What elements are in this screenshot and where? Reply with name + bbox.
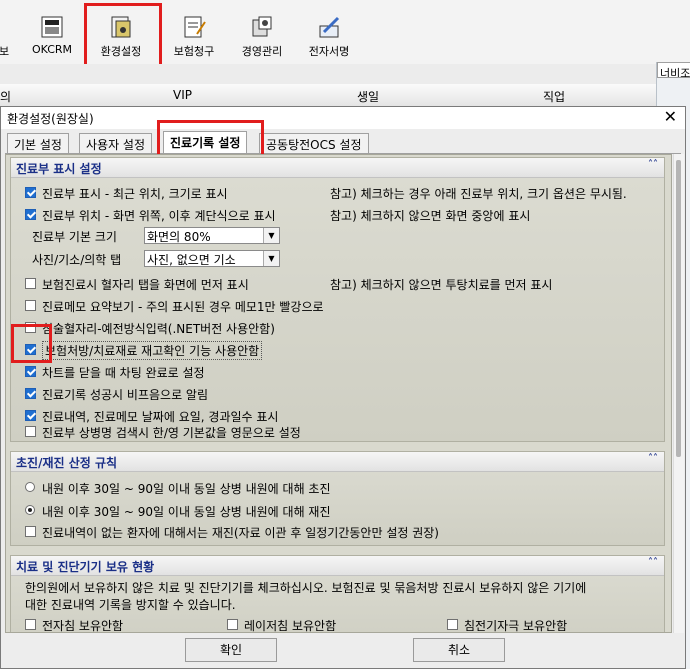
- section-header[interactable]: 초진/재진 산정 규칙 ˄˄: [11, 452, 664, 472]
- highlight-env-settings: [84, 3, 162, 69]
- claim-doc-icon: [181, 14, 207, 40]
- checkbox[interactable]: [25, 366, 36, 377]
- management-button[interactable]: 경영관리: [234, 10, 290, 60]
- section-visit-rules: 초진/재진 산정 규칙 ˄˄ 내원 이후 30일 ~ 90일 이내 동일 상병 …: [10, 451, 665, 546]
- equipment-description-1: 한의원에서 보유하지 않은 치료 및 진단기기를 체크하십시오. 보험진료 및 …: [25, 581, 587, 595]
- okcrm-button[interactable]: OKCRM: [28, 10, 76, 60]
- dialog-title: 환경설정(원장실): [7, 112, 94, 126]
- chart-size-select[interactable]: 화면의 80% ▼: [144, 227, 280, 244]
- visit-option-revisit[interactable]: 내원 이후 30일 ~ 90일 이내 동일 상병 내원에 대해 재진: [25, 503, 655, 521]
- right-panel-tab[interactable]: 너비조: [657, 62, 690, 78]
- chart-option-row[interactable]: 침술혈자리-예전방식입력(.NET버전 사용안함): [25, 320, 655, 338]
- checkbox[interactable]: [25, 388, 36, 399]
- esign-button[interactable]: 전자서명: [302, 10, 356, 60]
- equipment-option[interactable]: 전자침 보유안함: [25, 617, 225, 632]
- checkbox[interactable]: [25, 187, 36, 198]
- settings-dialog: 환경설정(원장실) ✕ 기본 설정 사용자 설정 진료기록 설정 공동탕전OCS…: [0, 106, 686, 669]
- visit-extra-option[interactable]: 진료내역이 없는 환자에 대해서는 재진(자료 이관 후 일정기간동안만 설정 …: [25, 524, 655, 542]
- okcrm-icon: [39, 14, 65, 40]
- chart-option-row[interactable]: 진료메모 요약보기 - 주의 표시된 경우 메모1만 빨강으로: [25, 298, 655, 316]
- photo-tab-select[interactable]: 사진, 없으면 기소 ▼: [144, 250, 280, 267]
- highlight-inventory-checkbox: [11, 324, 52, 363]
- ok-button[interactable]: 확인: [185, 638, 277, 662]
- main-toolbar: 보 OKCRM 환경설정 보험청구 경영관리 전자서명: [0, 0, 690, 69]
- checkbox[interactable]: [25, 300, 36, 311]
- chart-option-row[interactable]: 진료부 상병명 검색시 한/영 기본값을 영문으로 설정: [25, 424, 655, 442]
- tab-content: 진료부 표시 설정 ˄˄ 진료부 표시 - 최근 위치, 크기로 표시 참고) …: [5, 154, 672, 633]
- dropdown-arrow-icon[interactable]: ▼: [263, 251, 279, 266]
- section-title: 치료 및 진단기기 보유 현황: [16, 560, 155, 574]
- header-job: 직업: [543, 90, 566, 104]
- background-tablebar: [0, 64, 656, 85]
- chart-option-row[interactable]: 진료기록 성공시 비프음으로 알림: [25, 386, 655, 404]
- checkbox[interactable]: [25, 619, 36, 630]
- inventory-check-row[interactable]: 보험처방/치료재료 재고확인 기능 사용안함: [25, 341, 655, 360]
- radio[interactable]: [25, 482, 35, 492]
- checkbox[interactable]: [25, 209, 36, 220]
- chart-size-label: 진료부 기본 크기: [32, 230, 117, 244]
- section-header[interactable]: 치료 및 진단기기 보유 현황 ˄˄: [11, 556, 664, 576]
- pen-sign-icon: [316, 14, 342, 40]
- chart-option-row[interactable]: 보험진료시 혈자리 탭을 화면에 먼저 표시 참고) 체크하지 않으면 투탕치료…: [25, 276, 655, 294]
- photo-tab-label: 사진/기소/의학 탭: [32, 253, 122, 267]
- equipment-option[interactable]: 레이저침 보유안함: [227, 617, 427, 632]
- equipment-description-2: 대한 진료내역 기록을 방지할 수 있습니다.: [25, 598, 236, 612]
- toolbar-partial-button[interactable]: 보: [0, 10, 12, 60]
- checkbox[interactable]: [25, 526, 36, 537]
- chart-option-row[interactable]: 진료부 표시 - 최근 위치, 크기로 표시 참고) 체크하는 경우 아래 진료…: [25, 185, 655, 203]
- checkbox[interactable]: [447, 619, 458, 630]
- dropdown-arrow-icon[interactable]: ▼: [263, 228, 279, 243]
- collapse-chevron-icon[interactable]: ˄˄: [648, 557, 658, 568]
- tab-ocs[interactable]: 공동탕전OCS 설정: [259, 133, 369, 153]
- checkbox[interactable]: [227, 619, 238, 630]
- section-header[interactable]: 진료부 표시 설정 ˄˄: [11, 158, 664, 178]
- checkbox[interactable]: [25, 278, 36, 289]
- cancel-button[interactable]: 취소: [413, 638, 505, 662]
- tab-basic[interactable]: 기본 설정: [7, 133, 69, 153]
- tab-user[interactable]: 사용자 설정: [79, 133, 153, 153]
- collapse-chevron-icon[interactable]: ˄˄: [648, 453, 658, 464]
- header-fragment: 의: [0, 90, 12, 104]
- section-chart-display: 진료부 표시 설정 ˄˄ 진료부 표시 - 최근 위치, 크기로 표시 참고) …: [10, 157, 665, 442]
- section-title: 초진/재진 산정 규칙: [16, 456, 118, 470]
- checkbox[interactable]: [25, 410, 36, 421]
- collapse-chevron-icon[interactable]: ˄˄: [648, 159, 658, 170]
- chart-option-row[interactable]: 진료부 위치 - 화면 위쪽, 이후 계단식으로 표시 참고) 체크하지 않으면…: [25, 207, 655, 225]
- management-icon: [249, 14, 275, 40]
- visit-option-first[interactable]: 내원 이후 30일 ~ 90일 이내 동일 상병 내원에 대해 초진: [25, 480, 655, 498]
- insurance-claim-button[interactable]: 보험청구: [166, 10, 222, 60]
- radio[interactable]: [25, 505, 35, 515]
- dialog-titlebar: 환경설정(원장실) ✕: [1, 107, 685, 129]
- scrollbar-thumb[interactable]: [676, 160, 681, 457]
- equipment-option[interactable]: 침전기자극 보유안함: [447, 617, 647, 632]
- header-vip: VIP: [173, 88, 192, 102]
- background-table-header: 의 VIP 생일 직업: [0, 84, 656, 107]
- checkbox[interactable]: [25, 426, 36, 437]
- section-title: 진료부 표시 설정: [16, 162, 102, 176]
- content-scrollbar[interactable]: [673, 154, 684, 633]
- header-birthday: 생일: [357, 90, 380, 104]
- section-equipment: 치료 및 진단기기 보유 현황 ˄˄ 한의원에서 보유하지 않은 치료 및 진단…: [10, 555, 665, 632]
- close-icon[interactable]: ✕: [664, 108, 677, 126]
- chart-option-row[interactable]: 차트를 닫을 때 차팅 완료로 설정: [25, 364, 655, 382]
